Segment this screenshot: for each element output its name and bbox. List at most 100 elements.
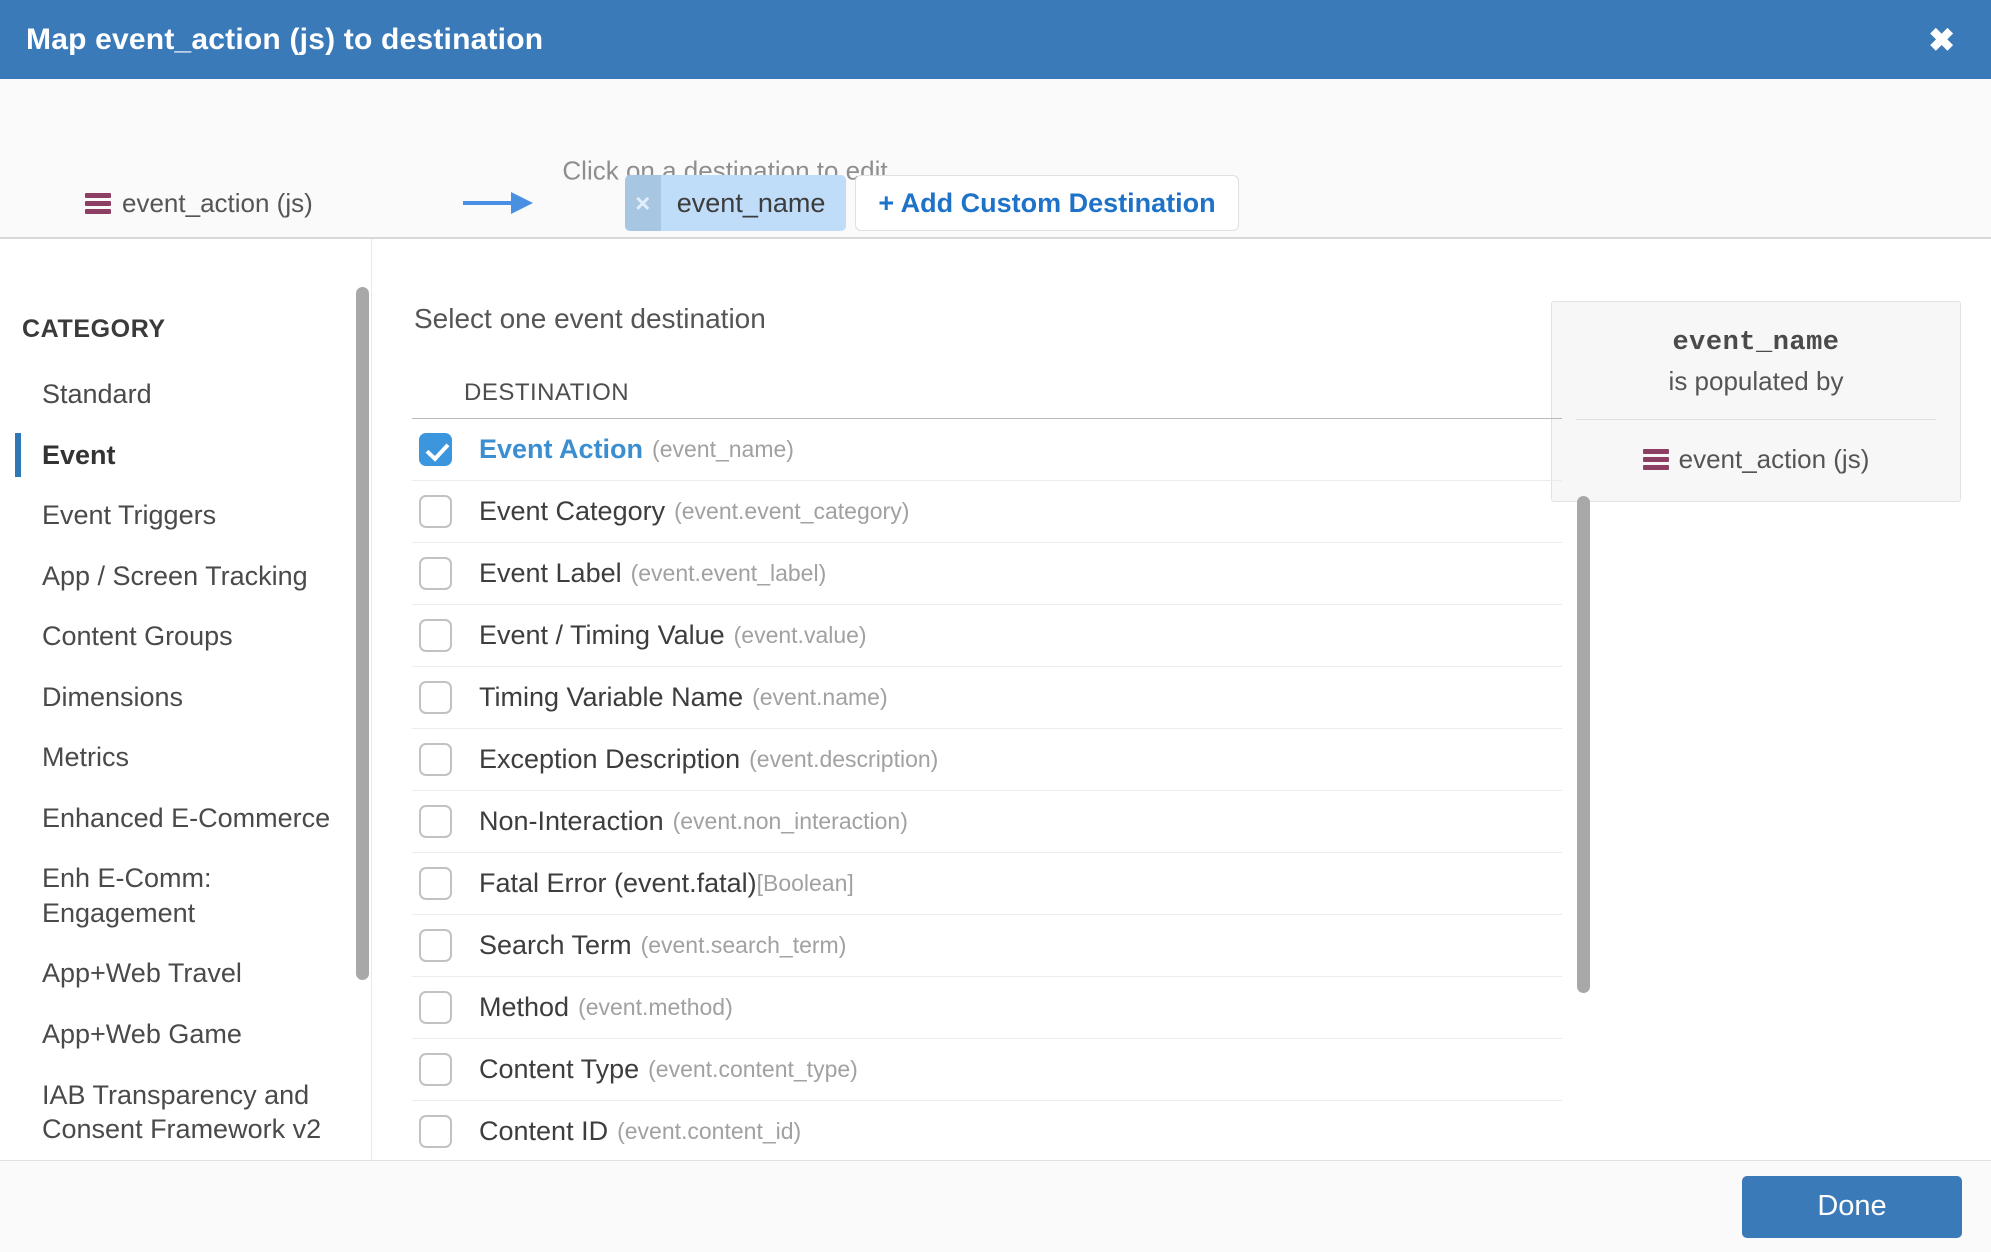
populated-by-card: event_name is populated by event_action … [1551, 301, 1961, 502]
sidebar-item-iab-transparency-and-consent-framework-v2[interactable]: IAB Transparency and Consent Framework v… [0, 1065, 371, 1160]
dialog-title: Map event_action (js) to destination [26, 22, 544, 56]
mapping-row: event_action (js) × event_name + Add Cus… [0, 175, 1239, 231]
dialog-body: CATEGORY Standard Event Event Triggers App … [0, 239, 1991, 1160]
destination-label: Content ID [479, 1116, 609, 1146]
table-row[interactable]: Event / Timing Value (event.value) [412, 605, 1562, 667]
destination-path: (event_name) [652, 436, 794, 462]
sidebar-item-label: Metrics [42, 742, 129, 773]
table-row[interactable]: Timing Variable Name (event.name) [412, 667, 1562, 729]
destination-chip[interactable]: × event_name [624, 175, 847, 231]
bars-icon [1642, 449, 1669, 470]
panel-title: Select one event destination [414, 303, 766, 334]
destination-list-scrollbar[interactable] [1577, 496, 1590, 993]
sidebar-title: CATEGORY [22, 315, 166, 343]
destination-label: Content Type [479, 1054, 640, 1084]
destination-checkbox[interactable] [419, 619, 452, 652]
sidebar-item-label: Event [42, 439, 116, 470]
sidebar-item-enh-e-comm-engagement[interactable]: Enh E-Comm: Engagement [0, 848, 371, 943]
destination-label: Event Action [479, 434, 644, 464]
table-row[interactable]: Method (event.method) [412, 977, 1562, 1039]
table-row[interactable]: Non-Interaction (event.non_interaction) [412, 791, 1562, 853]
table-row[interactable]: Content Type (event.content_type) [412, 1039, 1562, 1101]
mapping-header: Click on a destination to edit event_act… [0, 79, 1991, 239]
destination-checkbox[interactable] [419, 433, 452, 466]
destination-panel: Select one event destination DESTINATION… [372, 239, 1590, 1160]
info-panel-wrap: event_name is populated by event_action … [1551, 239, 1991, 1160]
arrow-right-icon [462, 190, 533, 216]
table-row[interactable]: Event Label (event.event_label) [412, 543, 1562, 605]
map-destination-dialog: Map event_action (js) to destination ✖ C… [0, 0, 1991, 1252]
destination-checkbox[interactable] [419, 1053, 452, 1086]
destination-column-header: DESTINATION [412, 379, 1562, 419]
category-sidebar: CATEGORY Standard Event Event Triggers App … [0, 239, 372, 1160]
destination-label: Event Label [479, 558, 622, 588]
table-row[interactable]: Content ID (event.content_id) [412, 1101, 1562, 1160]
destination-checkbox[interactable] [419, 867, 452, 900]
done-button[interactable]: Done [1742, 1175, 1962, 1238]
source-field-label: event_action (js) [122, 187, 313, 218]
dialog-footer: Done [0, 1160, 1991, 1252]
destination-path: (event.content_type) [648, 1056, 858, 1082]
bars-icon [85, 192, 111, 214]
add-custom-destination-button[interactable]: + Add Custom Destination [855, 175, 1239, 231]
sidebar-item-metrics[interactable]: Metrics [0, 727, 371, 788]
sidebar-scrollbar[interactable] [356, 287, 369, 980]
destination-path: (event.name) [752, 684, 888, 710]
destination-label: Non-Interaction [479, 806, 664, 836]
sidebar-item-label: Enhanced E-Commerce [42, 802, 331, 833]
sidebar-item-event[interactable]: Event [0, 425, 371, 486]
destination-checkbox[interactable] [419, 991, 452, 1024]
table-row[interactable]: Fatal Error (event.fatal) [Boolean] [412, 853, 1562, 915]
sidebar-item-content-groups[interactable]: Content Groups [0, 606, 371, 667]
destination-checkbox[interactable] [419, 557, 452, 590]
source-field: event_action (js) [85, 188, 313, 219]
sidebar-item-event-triggers[interactable]: Event Triggers [0, 485, 371, 546]
destination-rows: Event Action (event_name) Event Category (e… [412, 419, 1562, 1160]
destination-label: Timing Variable Name [479, 682, 744, 712]
remove-destination-icon[interactable]: × [624, 175, 661, 231]
destination-label: Event / Timing Value [479, 620, 725, 650]
destination-path: (event.non_interaction) [672, 808, 908, 834]
info-destination-name: event_name [1672, 328, 1840, 358]
table-row[interactable]: Exception Description (event.description) [412, 729, 1562, 791]
sidebar-item-enhanced-e-commerce[interactable]: Enhanced E-Commerce [0, 788, 371, 849]
sidebar-item-app-screen-tracking[interactable]: App / Screen Tracking [0, 546, 371, 607]
destination-label: Fatal Error (event.fatal) [479, 868, 757, 898]
destination-checkbox[interactable] [419, 743, 452, 776]
sidebar-item-label: Standard [42, 379, 152, 409]
sidebar-item-label: IAB Transparency and Consent Framework v… [42, 1079, 322, 1145]
destination-label: Exception Description [479, 744, 741, 774]
sidebar-item-label: Enh E-Comm: Engagement [42, 863, 212, 928]
destination-label: Method [479, 992, 570, 1022]
sidebar-item-label: Event Triggers [42, 500, 217, 531]
destination-path: (event.event_label) [630, 560, 827, 586]
sidebar-item-dimensions[interactable]: Dimensions [0, 667, 371, 728]
table-row[interactable]: Event Category (event.event_category) [412, 481, 1562, 543]
sidebar-item-app-web-travel[interactable]: App+Web Travel [0, 943, 371, 1004]
sidebar-item-label: Content Groups [42, 621, 233, 652]
table-row[interactable]: Event Action (event_name) [412, 419, 1562, 481]
info-source-label: event_action (js) [1678, 444, 1870, 474]
sidebar-item-label: Dimensions [42, 681, 184, 712]
arrow-right-svg [462, 192, 533, 214]
destination-checkbox[interactable] [419, 805, 452, 838]
destination-path: (event.event_category) [674, 498, 910, 524]
category-list: Standard Event Event Triggers App / Screen … [0, 344, 371, 1160]
table-row[interactable]: Search Term (event.search_term) [412, 915, 1562, 977]
dialog-titlebar: Map event_action (js) to destination ✖ [0, 0, 1991, 79]
destination-checkbox[interactable] [419, 1115, 452, 1148]
sidebar-item-label: App+Web Travel [42, 958, 242, 989]
destination-checkbox[interactable] [419, 681, 452, 714]
info-divider [1576, 419, 1936, 420]
destination-checkbox[interactable] [419, 929, 452, 962]
close-icon[interactable]: ✖ [1920, 20, 1963, 60]
destination-path: [Boolean] [756, 870, 854, 896]
sidebar-item-label: App / Screen Tracking [42, 560, 308, 591]
destination-checkbox[interactable] [419, 495, 452, 528]
destination-chip-label: event_name [676, 187, 826, 218]
sidebar-item-app-web-game[interactable]: App+Web Game [0, 1004, 371, 1065]
info-source: event_action (js) [1562, 444, 1950, 475]
info-subtitle: is populated by [1668, 366, 1844, 396]
sidebar-item-standard[interactable]: Standard [0, 364, 371, 425]
destination-path: (event.description) [749, 746, 939, 772]
